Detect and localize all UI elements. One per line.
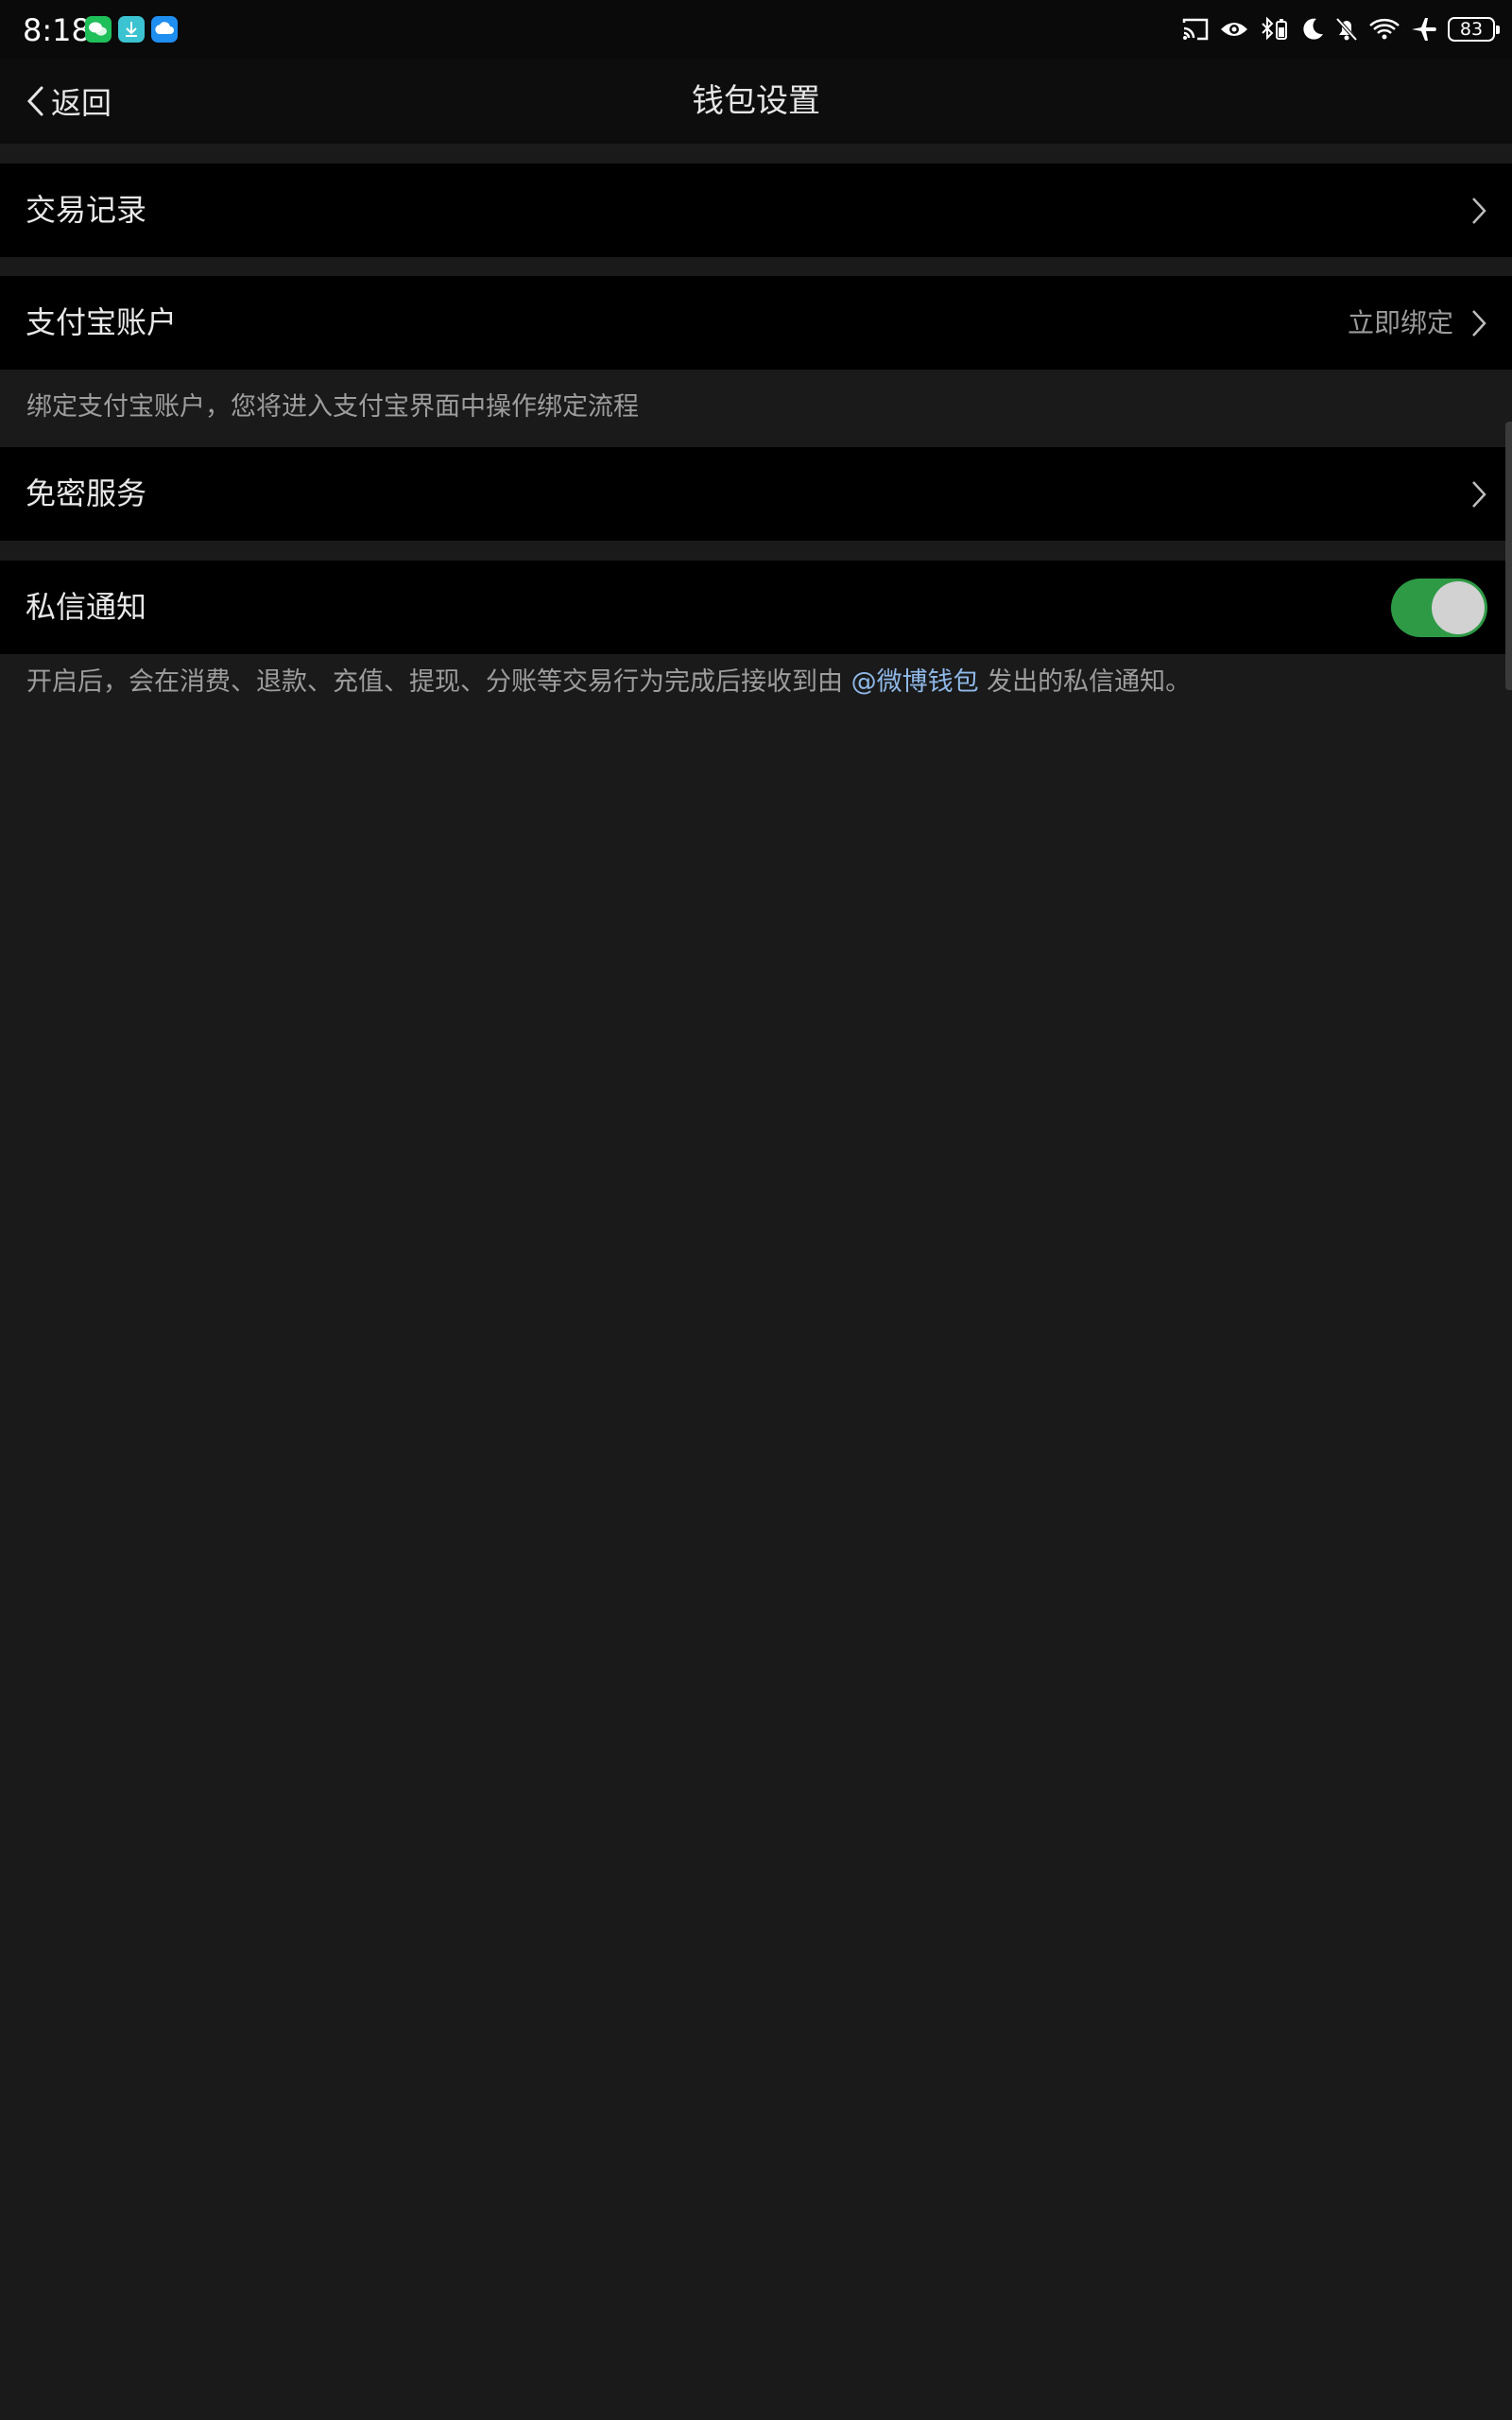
chevron-right-icon: [1472, 310, 1486, 337]
password-free-label: 免密服务: [26, 475, 147, 511]
notify-hint-after: 发出的私信通知。: [978, 667, 1192, 697]
alipay-account-row[interactable]: 支付宝账户 立即绑定: [0, 276, 1512, 370]
airplane-icon: [1412, 18, 1436, 41]
page-title: 钱包设置: [692, 82, 820, 120]
notify-hint-before: 开启后，会在消费、退款、充值、提现、分账等交易行为完成后接收到由: [26, 667, 851, 697]
password-free-row[interactable]: 免密服务: [0, 447, 1512, 541]
weibo-wallet-link[interactable]: @微博钱包: [851, 667, 979, 697]
scrollbar[interactable]: [1505, 422, 1512, 690]
alipay-hint: 绑定支付宝账户，您将进入支付宝界面中操作绑定流程: [26, 392, 639, 422]
notification-app-icons: [85, 16, 178, 43]
transactions-row[interactable]: 交易记录: [0, 164, 1512, 257]
navigation-bar: 返回 钱包设置: [0, 59, 1512, 144]
cloud-icon: [151, 16, 178, 43]
dm-notify-toggle[interactable]: [1391, 579, 1487, 637]
chevron-right-icon: [1472, 198, 1486, 224]
cast-icon: [1182, 18, 1209, 41]
chevron-right-icon: [1472, 481, 1486, 508]
moon-icon: [1303, 18, 1323, 40]
transactions-label: 交易记录: [26, 192, 147, 228]
bluetooth-battery-icon: [1262, 16, 1287, 41]
alipay-account-label: 支付宝账户: [26, 304, 178, 340]
battery-icon: 83: [1448, 17, 1500, 42]
wifi-icon: [1369, 18, 1400, 40]
mute-bell-icon: [1335, 17, 1358, 42]
eye-icon: [1221, 23, 1247, 36]
wechat-icon: [85, 16, 112, 43]
dm-notify-label: 私信通知: [26, 589, 147, 625]
alipay-bind-value: 立即绑定: [1347, 307, 1453, 338]
status-time: 8:18: [23, 12, 91, 48]
download-icon: [118, 16, 145, 43]
notify-hint: 开启后，会在消费、退款、充值、提现、分账等交易行为完成后接收到由 @微博钱包 发…: [26, 664, 1191, 701]
toggle-knob: [1432, 581, 1485, 634]
status-indicators: 83: [1181, 13, 1500, 45]
status-bar: 8:18 83: [0, 0, 1512, 59]
dm-notify-row: 私信通知: [0, 561, 1512, 654]
